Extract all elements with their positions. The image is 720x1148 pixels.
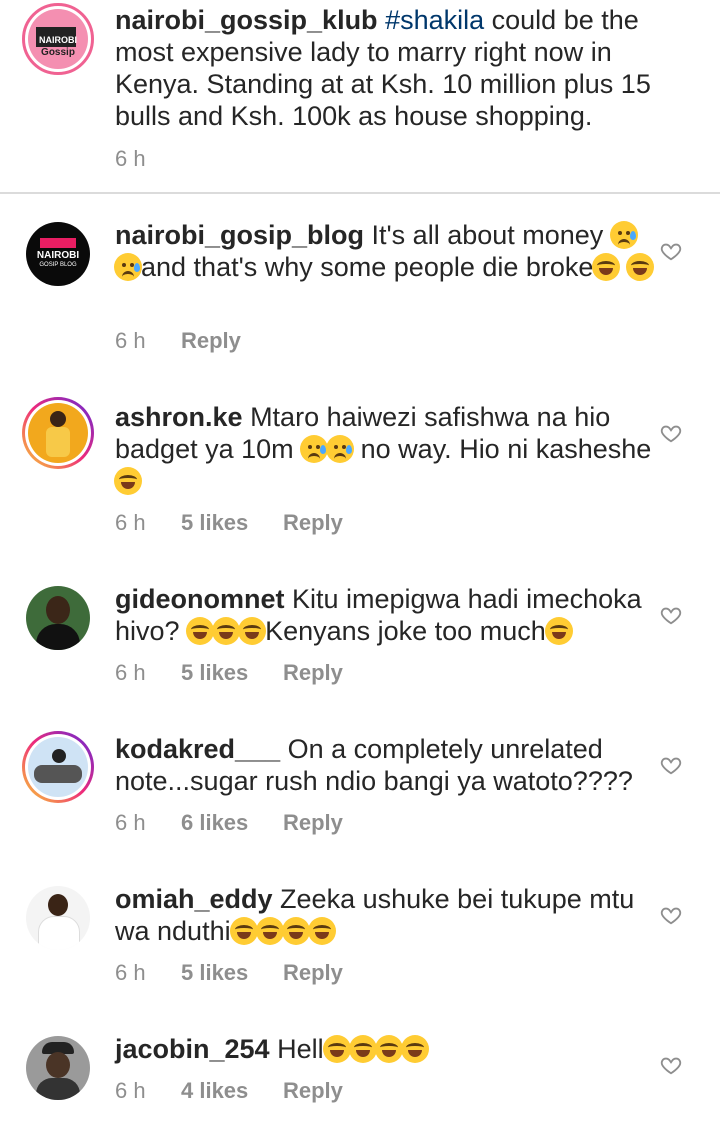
comment-meta: 6 h 4 likes Reply xyxy=(115,1078,343,1104)
person-face xyxy=(48,894,68,916)
tears-of-joy-emoji-icon xyxy=(212,617,241,645)
person-silhouette-body xyxy=(46,427,70,457)
avatar-logo-text-top: NAIROBI xyxy=(36,250,80,261)
caption-hashtag[interactable]: #shakila xyxy=(385,5,484,35)
reply-button[interactable]: Reply xyxy=(283,960,343,986)
comment-username[interactable]: omiah_eddy xyxy=(115,884,273,914)
crying-face-emoji-icon xyxy=(326,435,355,463)
comment-text: jacobin_254 Hell xyxy=(115,1033,660,1065)
reply-button[interactable]: Reply xyxy=(181,328,241,354)
tears-of-joy-emoji-icon xyxy=(307,917,336,945)
person-shirt xyxy=(38,916,80,950)
heart-outline-icon[interactable] xyxy=(660,754,682,776)
likes-count[interactable]: 5 likes xyxy=(181,510,283,536)
comment-body: no way. Hio ni kasheshe xyxy=(353,434,652,464)
comment-body: Kenyans joke too much xyxy=(265,616,546,646)
likes-count[interactable]: 4 likes xyxy=(181,1078,283,1104)
comment-avatar[interactable] xyxy=(22,731,94,803)
comment-meta: 6 h 6 likes Reply xyxy=(115,810,343,836)
comment-username[interactable]: gideonomnet xyxy=(115,584,285,614)
reply-button[interactable]: Reply xyxy=(283,510,343,536)
tears-of-joy-emoji-icon xyxy=(322,1035,351,1063)
comment-timestamp: 6 h xyxy=(115,660,146,685)
reply-button[interactable]: Reply xyxy=(283,660,343,686)
crying-face-emoji-icon xyxy=(114,253,142,281)
tears-of-joy-emoji-icon xyxy=(238,617,267,645)
caption-username[interactable]: nairobi_gossip_klub xyxy=(115,5,378,35)
avatar-logo-text-top: NAIROBI xyxy=(39,35,77,45)
heart-outline-icon[interactable] xyxy=(660,1054,682,1076)
comment-timestamp: 6 h xyxy=(115,328,146,353)
comment-text: ashron.ke Mtaro haiwezi safishwa na hio … xyxy=(114,401,660,497)
tears-of-joy-emoji-icon xyxy=(348,1035,377,1063)
comment-username[interactable]: kodakred___ xyxy=(115,734,280,764)
person-face xyxy=(46,596,70,624)
comment-text: omiah_eddy Zeeka ushuke bei tukupe mtu w… xyxy=(115,883,660,947)
comment-username[interactable]: jacobin_254 xyxy=(115,1034,270,1064)
comment-avatar[interactable] xyxy=(26,886,90,950)
post-caption: NAIROBI Gossip nairobi_gossip_klub #shak… xyxy=(0,0,720,194)
comment-meta: 6 h 5 likes Reply xyxy=(115,660,343,686)
person-shoulders xyxy=(36,624,80,650)
tears-of-joy-emoji-icon xyxy=(400,1035,429,1063)
heart-outline-icon[interactable] xyxy=(660,240,682,262)
comment-body: Hell xyxy=(269,1034,324,1064)
likes-count[interactable]: 5 likes xyxy=(181,660,283,686)
caption-author-avatar[interactable]: NAIROBI Gossip xyxy=(22,3,94,75)
tears-of-joy-emoji-icon xyxy=(229,917,258,945)
comment-username[interactable]: ashron.ke xyxy=(115,402,243,432)
comment-timestamp: 6 h xyxy=(115,810,146,835)
likes-count[interactable]: 6 likes xyxy=(181,810,283,836)
comment-meta: 6 h 5 likes Reply xyxy=(115,960,343,986)
comment-timestamp: 6 h xyxy=(115,510,146,535)
vehicle-graphic xyxy=(34,765,82,783)
person-silhouette xyxy=(52,749,66,763)
comment-avatar[interactable] xyxy=(26,586,90,650)
tears-of-joy-emoji-icon xyxy=(592,253,621,281)
comment-body: It's all about money xyxy=(364,220,611,250)
tears-of-joy-emoji-icon xyxy=(281,917,310,945)
caption-text: nairobi_gossip_klub #shakila could be th… xyxy=(115,4,660,132)
comment-text: kodakred___ On a completely unrelated no… xyxy=(115,733,660,797)
comment-username[interactable]: nairobi_gosip_blog xyxy=(115,220,364,250)
tears-of-joy-emoji-icon xyxy=(255,917,284,945)
tears-of-joy-emoji-icon xyxy=(186,617,215,645)
skyline-graphic xyxy=(40,238,76,248)
reply-button[interactable]: Reply xyxy=(283,810,343,836)
person-shoulders xyxy=(36,1078,80,1100)
avatar-logo-text-bottom: GOSIP BLOG xyxy=(39,262,77,268)
crying-face-emoji-icon xyxy=(609,221,638,249)
heart-outline-icon[interactable] xyxy=(660,604,682,626)
comment-avatar[interactable] xyxy=(26,1036,90,1100)
comment-avatar[interactable] xyxy=(22,397,94,469)
avatar-logo-text-bottom: Gossip xyxy=(41,47,75,58)
heart-outline-icon[interactable] xyxy=(660,904,682,926)
tears-of-joy-emoji-icon xyxy=(374,1035,403,1063)
comment-timestamp: 6 h xyxy=(115,1078,146,1103)
crying-face-emoji-icon xyxy=(300,435,329,463)
comment-meta: 6 h Reply xyxy=(115,328,241,354)
caption-divider xyxy=(0,192,720,194)
person-silhouette xyxy=(50,411,66,427)
comment-body: and that's why some people die broke xyxy=(141,252,594,282)
tears-of-joy-emoji-icon xyxy=(114,467,142,495)
comment-meta: 6 h 5 likes Reply xyxy=(115,510,343,536)
caption-meta: 6 h xyxy=(115,146,181,172)
heart-outline-icon[interactable] xyxy=(660,422,682,444)
likes-count[interactable]: 5 likes xyxy=(181,960,283,986)
comment-text: gideonomnet Kitu imepigwa hadi imechoka … xyxy=(115,583,660,647)
caption-timestamp: 6 h xyxy=(115,146,146,171)
comment-avatar[interactable]: NAIROBI GOSIP BLOG xyxy=(26,222,90,286)
reply-button[interactable]: Reply xyxy=(283,1078,343,1104)
comment-text: nairobi_gosip_blog It's all about money … xyxy=(114,219,660,283)
comment-timestamp: 6 h xyxy=(115,960,146,985)
person-face xyxy=(46,1052,70,1078)
tears-of-joy-emoji-icon xyxy=(625,253,654,281)
tears-of-joy-emoji-icon xyxy=(544,617,573,645)
